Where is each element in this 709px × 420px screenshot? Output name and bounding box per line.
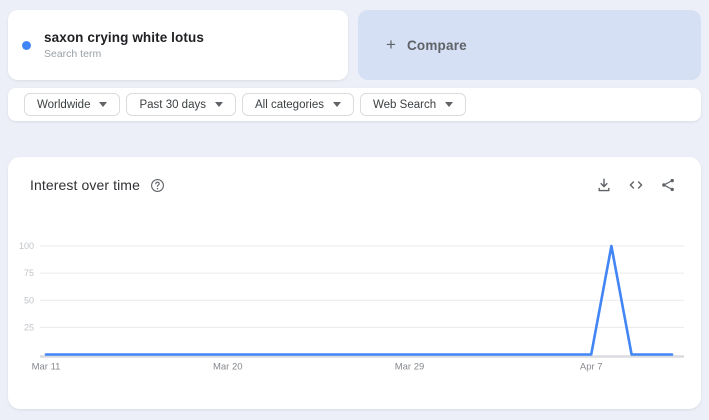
svg-text:Apr 7: Apr 7 — [580, 362, 603, 373]
filter-region-dropdown[interactable]: Worldwide — [24, 93, 121, 116]
filter-bar: Worldwide Past 30 days All categories We… — [8, 88, 701, 121]
plus-icon: + — [386, 35, 396, 54]
search-term-text: saxon crying white lotus Search term — [44, 30, 204, 60]
filter-timerange-dropdown[interactable]: Past 30 days — [126, 93, 236, 116]
chevron-down-icon — [214, 102, 223, 107]
chevron-down-icon — [445, 102, 454, 107]
svg-text:Mar 20: Mar 20 — [213, 362, 243, 373]
chevron-down-icon — [99, 102, 108, 107]
interest-over-time-card: Interest over time 25 50 75 100 Mar 11 M… — [8, 157, 701, 409]
svg-text:50: 50 — [24, 295, 34, 305]
search-term-subtitle: Search term — [44, 48, 102, 60]
compare-label: Compare — [406, 37, 467, 53]
filter-searchtype-dropdown[interactable]: Web Search — [360, 93, 467, 116]
google-trends-explore-page: saxon crying white lotus Search term + C… — [0, 0, 709, 409]
filter-searchtype-label: Web Search — [373, 98, 437, 111]
svg-text:25: 25 — [24, 322, 34, 332]
filter-category-label: All categories — [254, 98, 325, 111]
chevron-down-icon — [333, 102, 342, 107]
filter-region-label: Worldwide — [37, 98, 91, 111]
interest-over-time-chart: 25 50 75 100 Mar 11 Mar 20 Mar 29 Apr 7 — [19, 241, 684, 373]
search-term-title: saxon crying white lotus — [44, 30, 204, 45]
compare-add-button[interactable]: + Compare — [358, 10, 701, 80]
svg-text:Mar 11: Mar 11 — [32, 362, 61, 373]
series-color-dot — [22, 40, 31, 50]
filter-category-dropdown[interactable]: All categories — [241, 93, 355, 116]
filter-timerange-label: Past 30 days — [139, 98, 206, 111]
search-terms-row: saxon crying white lotus Search term + C… — [8, 10, 701, 80]
svg-text:100: 100 — [19, 241, 34, 251]
svg-text:75: 75 — [24, 268, 34, 278]
search-term-card[interactable]: saxon crying white lotus Search term — [8, 10, 348, 80]
svg-text:Mar 29: Mar 29 — [395, 362, 425, 373]
